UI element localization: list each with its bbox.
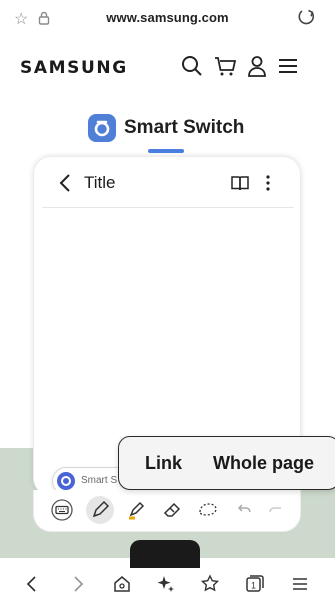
cart-icon[interactable] — [213, 54, 237, 78]
back-icon[interactable] — [20, 572, 44, 596]
url-text[interactable]: www.samsung.com — [0, 10, 335, 25]
chip-label: Smart S — [81, 475, 118, 486]
smart-switch-title: Smart Switch — [124, 117, 245, 138]
keyboard-icon[interactable] — [48, 496, 76, 524]
sparkle-icon[interactable] — [154, 572, 178, 596]
pen-icon[interactable] — [86, 496, 114, 524]
redo-icon[interactable] — [262, 496, 290, 524]
address-bar: ☆ www.samsung.com — [0, 0, 335, 40]
book-icon[interactable] — [230, 173, 250, 193]
link-option[interactable]: Link — [145, 453, 182, 474]
home-icon[interactable] — [110, 572, 134, 596]
note-title[interactable]: Title — [84, 173, 116, 193]
header-divider — [42, 207, 294, 208]
back-icon[interactable] — [56, 171, 76, 195]
chip-ring-icon — [61, 476, 71, 486]
reload-icon[interactable] — [296, 6, 318, 34]
undo-icon[interactable] — [230, 496, 258, 524]
tab-count: 1 — [251, 581, 256, 591]
highlighter-icon[interactable] — [122, 496, 150, 524]
menu-icon[interactable] — [276, 54, 300, 78]
page-image — [130, 540, 200, 570]
forward-icon[interactable] — [66, 572, 90, 596]
menu-icon[interactable] — [288, 572, 312, 596]
account-icon[interactable] — [245, 54, 269, 78]
window-drag-handle[interactable] — [148, 149, 184, 153]
browser-bottom-nav: 1 — [0, 568, 335, 600]
whole-page-option[interactable]: Whole page — [213, 453, 314, 474]
smart-switch-icon — [88, 114, 116, 142]
samsung-logo[interactable]: SAMSUNG — [20, 58, 128, 78]
site-header: SAMSUNG — [0, 44, 335, 92]
eraser-icon[interactable] — [158, 496, 186, 524]
drawing-toolbar — [33, 490, 301, 532]
tabs-icon[interactable]: 1 — [242, 572, 266, 596]
capture-options-popup: Link Whole page — [118, 436, 335, 490]
search-icon[interactable] — [180, 54, 204, 78]
more-options-icon[interactable] — [262, 171, 274, 195]
lasso-icon[interactable] — [194, 496, 222, 524]
note-header: Title — [34, 157, 302, 209]
bookmarks-icon[interactable] — [198, 572, 222, 596]
